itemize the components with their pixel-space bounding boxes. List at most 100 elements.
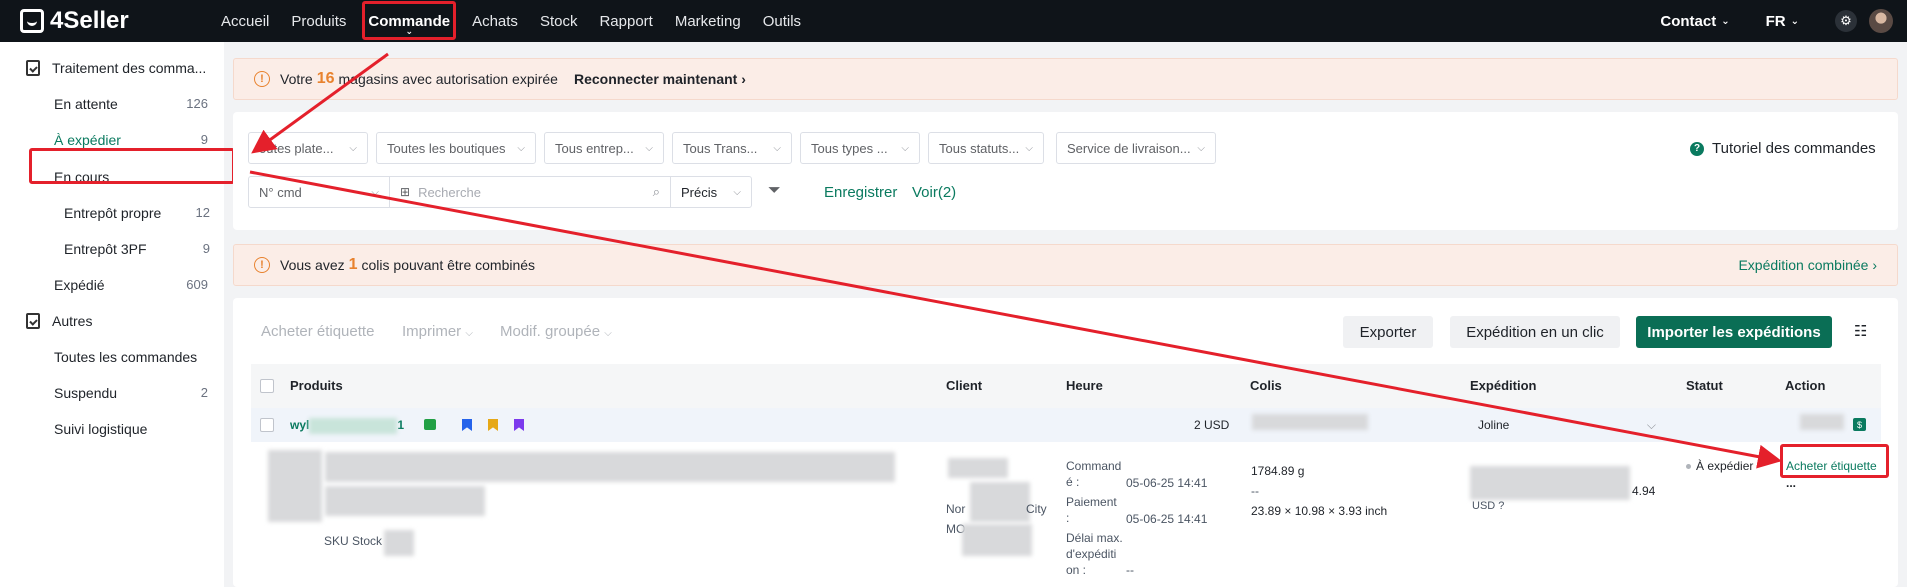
nav-marketing[interactable]: Marketing [664, 0, 752, 42]
sidebar-group-autres[interactable]: Autres [26, 313, 92, 329]
order-id-link[interactable]: wyl 1 [290, 418, 404, 434]
chevron-down-icon: ⌵ [349, 142, 357, 154]
sidebar-group-label: Autres [52, 313, 93, 329]
order-checkbox[interactable] [260, 418, 274, 432]
more-actions-icon[interactable]: ... [1786, 476, 1796, 490]
chevron-down-icon: ⌵ [733, 186, 741, 198]
filter-icon[interactable]: ⏷ [768, 182, 781, 200]
sidebar-item-label: Suspendu [54, 385, 118, 401]
redacted-product-image [268, 450, 322, 522]
dollar-icon[interactable]: $ [1853, 418, 1866, 431]
nav-outils[interactable]: Outils [752, 0, 812, 42]
filter-label: Tous Trans... [683, 140, 758, 156]
warehouse-filter[interactable]: Tous entrep... ⌵ [544, 132, 664, 164]
expired-store-count: 16 [316, 70, 335, 87]
column-settings-icon[interactable]: ☷ [1854, 322, 1867, 340]
column-header-client[interactable]: Client [946, 378, 982, 393]
column-header-colis[interactable]: Colis [1250, 378, 1282, 393]
filter-label: Toutes les boutiques [387, 140, 506, 156]
type-filter[interactable]: Tous types ... ⌵ [800, 132, 920, 164]
redacted-client-name [948, 458, 1008, 478]
filter-label: Tous types ... [811, 140, 888, 156]
redacted-client-address [970, 482, 1030, 522]
column-header-action[interactable]: Action [1785, 378, 1825, 393]
print-menu[interactable]: Imprimer ⌵ [402, 323, 473, 340]
nav-accueil[interactable]: Accueil [210, 0, 280, 42]
warning-icon: ! [254, 257, 270, 273]
combined-shipping-link[interactable]: Expédition combinée › [1738, 257, 1877, 273]
search-field-select[interactable]: N° cmd ⌵ [248, 176, 390, 208]
platform-filter[interactable]: outes plate... ⌵ [248, 132, 368, 164]
bulk-edit-menu[interactable]: Modif. groupée ⌵ [500, 323, 612, 340]
nav-stock[interactable]: Stock [529, 0, 589, 42]
language-label: FR [1765, 12, 1786, 30]
import-shipments-button[interactable]: Importer les expéditions [1636, 316, 1832, 348]
parcel-weight: 1784.89 g [1251, 464, 1305, 478]
contact-menu[interactable]: Contact ⌄ [1660, 13, 1729, 30]
sidebar-item-expedie[interactable]: Expédié 609 [54, 277, 208, 293]
nav-produits[interactable]: Produits [280, 0, 357, 42]
gear-icon[interactable]: ⚙ [1835, 10, 1857, 32]
sidebar-item-label: Suivi logistique [54, 421, 148, 437]
chevron-down-icon: ⌄ [1721, 15, 1730, 27]
store-filter[interactable]: Toutes les boutiques ⌵ [376, 132, 536, 164]
sidebar-item-toutes-commandes[interactable]: Toutes les commandes [54, 349, 208, 365]
client-city: City [1026, 502, 1047, 516]
bulk-edit-label: Modif. groupée [500, 323, 601, 340]
nav-rapport[interactable]: Rapport [588, 0, 663, 42]
avatar[interactable] [1869, 9, 1893, 33]
chevron-down-icon: ⌵ [1646, 418, 1656, 432]
carrier-filter[interactable]: Tous Trans... ⌵ [672, 132, 792, 164]
search-icon: ⌕ [652, 184, 660, 199]
order-id-suffix: 1 [397, 418, 405, 432]
match-mode-select[interactable]: Précis ⌵ [670, 176, 752, 208]
column-header-produits[interactable]: Produits [290, 378, 343, 393]
status-filter[interactable]: Tous statuts... ⌵ [928, 132, 1044, 164]
sidebar-item-entrepot-propre[interactable]: Entrepôt propre 12 [64, 205, 210, 221]
select-all-checkbox[interactable] [260, 379, 274, 393]
carrier-select[interactable]: Joline ⌵ [1478, 418, 1656, 433]
search-field-label: N° cmd [259, 184, 302, 200]
annotation-box-acheter-etiquette [1780, 444, 1889, 478]
banner-text-pre: Votre [280, 71, 313, 87]
column-header-expedition[interactable]: Expédition [1470, 378, 1536, 393]
reconnect-link[interactable]: Reconnecter maintenant › [574, 71, 746, 87]
chevron-right-icon: › [741, 71, 746, 87]
sidebar-item-en-attente[interactable]: En attente 126 [54, 96, 208, 112]
search-input[interactable]: ⊞ Recherche ⌕ [389, 176, 671, 208]
delivery-service-filter[interactable]: Service de livraison... ⌵ [1056, 132, 1216, 164]
sidebar-item-suspendu[interactable]: Suspendu 2 [54, 385, 208, 401]
one-click-shipping-button[interactable]: Expédition en un clic [1450, 316, 1620, 348]
combined-shipping-label: Expédition combinée [1738, 257, 1869, 273]
sidebar-item-entrepot-3pf[interactable]: Entrepôt 3PF 9 [64, 241, 210, 257]
language-menu[interactable]: FR ⌄ [1766, 13, 1799, 30]
tutorial-link[interactable]: ? Tutoriel des commandes [1690, 140, 1876, 157]
nav-achats[interactable]: Achats [461, 0, 529, 42]
redacted-product-details [325, 486, 485, 516]
sidebar-item-count: 126 [186, 96, 208, 111]
column-header-heure[interactable]: Heure [1066, 378, 1103, 393]
parcel-dimensions: 23.89 × 10.98 × 3.93 inch [1251, 504, 1388, 518]
status-dot-icon [1686, 463, 1691, 469]
tutorial-label: Tutoriel des commandes [1712, 140, 1876, 157]
sidebar-group-processing[interactable]: Traitement des comma... [26, 60, 206, 76]
save-search-link[interactable]: Enregistrer [824, 184, 897, 201]
view-saved-link[interactable]: Voir(2) [912, 184, 956, 201]
sidebar-item-count: 2 [200, 385, 208, 400]
chevron-down-icon: ⌵ [1197, 142, 1205, 154]
filter-label: Tous statuts... [939, 140, 1020, 156]
product-sku: SKU Stock [324, 534, 383, 548]
combine-parcels-banner: ! Vous avez 1 colis pouvant être combiné… [233, 244, 1898, 286]
sidebar-item-suivi-logistique[interactable]: Suivi logistique [54, 421, 208, 437]
message-icon[interactable] [424, 419, 436, 430]
sidebar-item-a-expedier[interactable]: À expédier 9 [54, 132, 208, 148]
contact-label: Contact [1660, 12, 1717, 30]
client-address-prefix: Nor [946, 502, 966, 516]
column-header-statut[interactable]: Statut [1686, 378, 1723, 393]
export-button[interactable]: Exporter [1343, 316, 1433, 348]
match-mode-label: Précis [681, 184, 718, 200]
chevron-down-icon: ⌵ [604, 328, 612, 339]
buy-label-button[interactable]: Acheter étiquette [261, 323, 374, 340]
shipping-price: 4.94 [1632, 484, 1656, 498]
brand-logo[interactable]: 4Seller [20, 7, 200, 35]
